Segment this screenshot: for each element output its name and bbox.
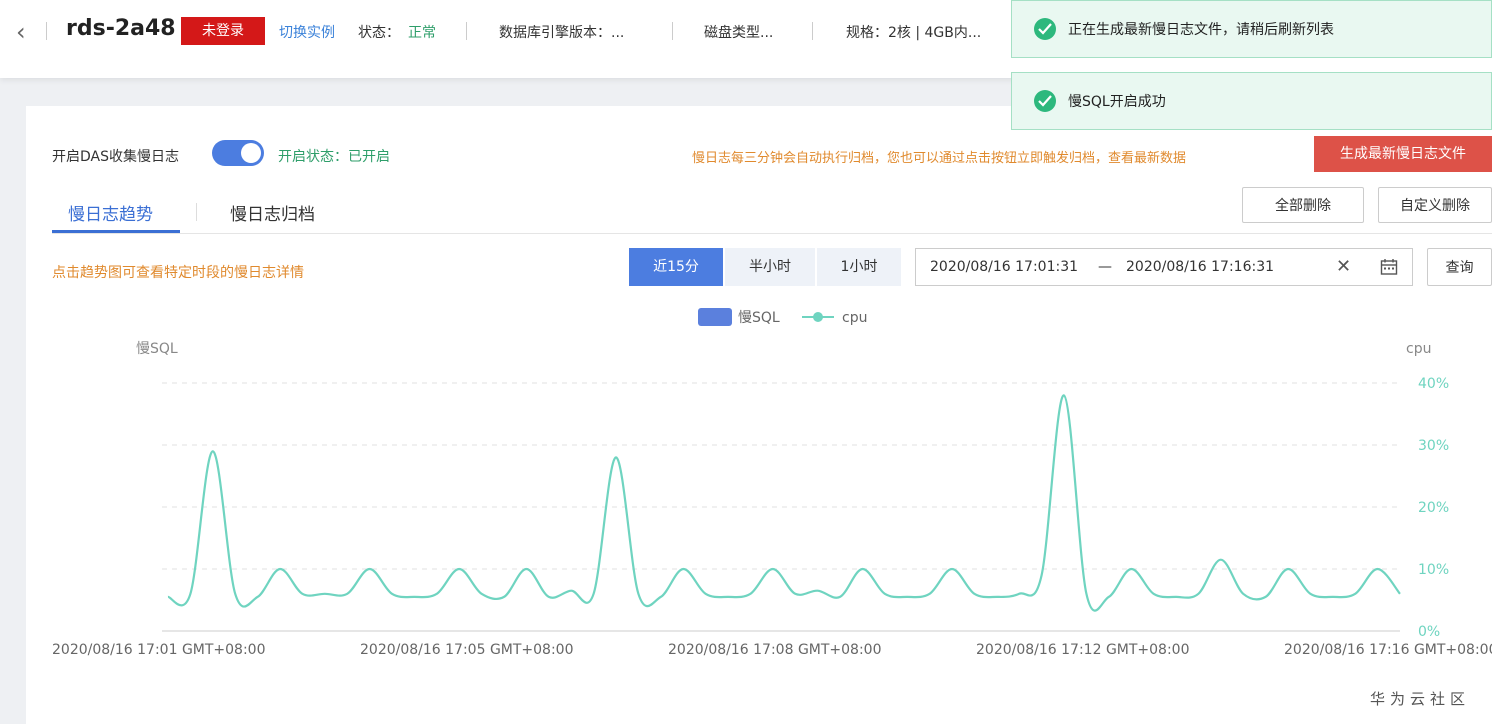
toast-message: 正在生成最新慢日志文件，请稍后刷新列表 [1068,22,1334,38]
y-right-axis-label: cpu [1406,341,1431,357]
header-divider [672,22,673,40]
back-arrow-icon[interactable]: ‹ [16,18,26,46]
header-divider [812,22,813,40]
spec-label: 规格： [846,25,888,41]
community-watermark: 华为云社区 [1370,690,1471,708]
switch-instance-link[interactable]: 切换实例 [279,22,335,42]
spec-meta: 规格：2核 | 4GB内... [846,22,981,42]
instance-name: rds-2a48 [66,16,176,41]
status-label: 状态： [358,25,400,41]
legend-slowsql-label: 慢SQL [738,309,780,326]
y-right-tick-label: 40% [1418,376,1449,392]
x-tick-label: 2020/08/16 17:16 GMT+08:00 [1284,642,1492,658]
y-right-tick-label: 20% [1418,500,1449,516]
disk-type-meta: 磁盘类型... [704,25,774,41]
cpu-series-line[interactable] [167,394,1401,612]
x-tick-label: 2020/08/16 17:01 GMT+08:00 [52,642,266,658]
legend-cpu-label: cpu [842,310,867,326]
status-value: 正常 [408,25,436,41]
slow-log-panel: 开启DAS收集慢日志 开启状态：已开启 慢日志每三分钟会自动执行归档，您也可以通… [26,106,1492,724]
engine-version-meta: 数据库引擎版本：... [499,25,625,41]
legend-slowsql-swatch [698,308,732,326]
y-right-tick-label: 0% [1418,624,1440,640]
login-status-badge[interactable]: 未登录 [181,17,265,45]
toast-message: 慢SQL开启成功 [1068,94,1166,110]
header-divider [46,22,47,40]
legend-cpu-marker [813,312,823,322]
header-divider [466,22,467,40]
y-right-tick-label: 30% [1418,438,1449,454]
x-tick-label: 2020/08/16 17:08 GMT+08:00 [668,642,882,658]
toast-slowsql-enabled: 慢SQL开启成功 [1011,72,1492,130]
x-tick-label: 2020/08/16 17:12 GMT+08:00 [976,642,1190,658]
y-left-axis-label: 慢SQL [136,340,178,357]
status-meta: 状态： 正常 [358,22,436,42]
x-tick-label: 2020/08/16 17:05 GMT+08:00 [360,642,574,658]
toast-generating: 正在生成最新慢日志文件，请稍后刷新列表 [1011,0,1492,58]
success-check-icon [1034,18,1056,40]
chart-legend[interactable]: 慢SQL cpu [698,308,867,326]
y-right-tick-label: 10% [1418,562,1449,578]
spec-value: 2核 | 4GB内... [888,25,982,41]
slow-log-trend-chart[interactable]: 慢SQL cpu 慢SQL cpu 40% 30% 20% 10% 0% 2020/08… [26,106,1492,724]
success-check-icon [1034,90,1056,112]
